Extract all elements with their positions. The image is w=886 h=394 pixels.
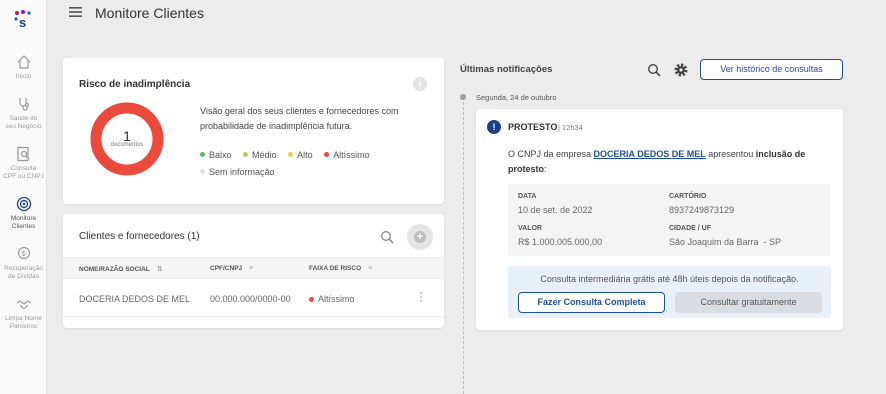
search-icon[interactable] (380, 230, 394, 244)
stethoscope-icon (18, 98, 29, 111)
handshake-icon (16, 300, 31, 309)
search-icon[interactable] (647, 63, 661, 77)
sidebar-item-label: Recuperação de Dívidas (4, 265, 43, 280)
sidebar-item-label: Limpa Nome Parceiros (5, 315, 42, 330)
amount-value: R$ 1.000.005.000,00 (518, 237, 603, 247)
sidebar-item-monitore[interactable]: Monitore Clientes (0, 196, 47, 231)
alert-icon: ! (487, 120, 501, 134)
column-header-risk[interactable]: FAIXA DE RISCO ≡ (309, 265, 372, 272)
notifications-title: Últimas notificações (460, 64, 553, 75)
clients-card: Clientes e fornecedores (1) + NOME/RAZÃO… (63, 214, 444, 328)
filter-icon: ≡ (368, 265, 373, 272)
legend-dot (200, 169, 205, 174)
protest-details: DATA 10 de set. de 2022 CARTÓRIO 8937249… (508, 184, 831, 256)
registry-value: 8937249873129 (669, 205, 735, 215)
page-title: Monitore Clientes (95, 5, 204, 21)
amount-label: VALOR (518, 225, 542, 232)
company-link[interactable]: DOCERIA DEDOS DE MEL (594, 149, 706, 159)
svg-text:s: s (19, 15, 26, 29)
city-value: São Joaquim da Barra - SP (669, 237, 782, 247)
cta-text: Consulta intermediária grátis até 48h út… (540, 274, 799, 284)
risk-dot (309, 296, 314, 302)
sidebar-item-inicio[interactable]: Início (0, 54, 47, 81)
legend-item-medio: Médio (243, 146, 277, 163)
add-client-button[interactable]: + (407, 224, 433, 250)
legend-dot (324, 152, 330, 157)
sidebar: s Início Saúde do seu Negócio Consulta C… (0, 0, 47, 394)
sidebar-item-limpa-nome[interactable]: Limpa Nome Parceiros (0, 296, 47, 331)
legend-item-baixo: Baixo (200, 146, 232, 163)
legend-item-altissimo: Altíssimo (324, 146, 370, 163)
sidebar-item-label: Monitore Clientes (10, 215, 37, 230)
legend-item-sem-informacao: Sem informação (200, 163, 275, 180)
consultation-cta: Consulta intermediária grátis até 48h út… (508, 266, 831, 318)
client-risk: Altíssimo (309, 294, 355, 304)
legend-label: Médio (252, 149, 277, 160)
legend-label: Alto (297, 149, 313, 160)
client-document: 00.000.000/0000-00 (210, 294, 291, 304)
legend-dot (243, 152, 249, 157)
client-name: DOCERIA DEDOS DE MEL (79, 294, 191, 304)
legend-dot (288, 152, 294, 157)
full-consultation-button[interactable]: Fazer Consulta Completa (518, 292, 665, 313)
history-button[interactable]: Ver histórico de consultas (700, 59, 843, 80)
top-bar: Monitore Clientes (47, 0, 886, 28)
legend-dot (200, 152, 205, 157)
date-value: 10 de set. de 2022 (518, 205, 593, 215)
document-search-icon (16, 146, 29, 162)
notification-card: ! PROTESTO | 12h34 O CNPJ da empresa DOC… (476, 109, 843, 330)
timeline-date: Segunda, 24 de outubro (476, 93, 557, 102)
free-consultation-button[interactable]: Consultar gratuitamente (675, 292, 822, 313)
timeline-line (463, 102, 464, 394)
svg-text:$: $ (21, 251, 25, 258)
radar-icon (16, 196, 31, 212)
sidebar-item-label: Início (15, 73, 32, 80)
table-header: NOME/RAZÃO SOCIAL ⇅ CPF/CNPJ ≡ FAIXA DE RI… (63, 257, 444, 279)
more-options-icon[interactable]: ⋮ (415, 291, 427, 303)
sidebar-item-recuperacao[interactable]: $ Recuperação de Dívidas (0, 246, 47, 281)
legend-label: Sem informação (209, 166, 275, 177)
column-header-name[interactable]: NOME/RAZÃO SOCIAL ⇅ (79, 265, 163, 274)
city-label: CIDADE / UF (669, 225, 711, 232)
notification-type: PROTESTO (508, 122, 558, 132)
info-icon[interactable]: i (413, 77, 427, 91)
table-row[interactable]: DOCERIA DEDOS DE MEL 00.000.000/0000-00 … (63, 281, 444, 317)
legend-label: Altíssimo (333, 149, 370, 160)
timeline-dot (460, 94, 466, 100)
notification-message: O CNPJ da empresa DOCERIA DEDOS DE MEL a… (508, 149, 806, 174)
logo-icon[interactable]: s (13, 9, 33, 29)
gear-icon[interactable] (673, 62, 689, 78)
notification-time: | 12h34 (558, 123, 583, 132)
hamburger-menu-icon[interactable] (69, 7, 82, 17)
legend-item-alto: Alto (288, 146, 313, 163)
donut-count-label: documentos (110, 142, 144, 148)
registry-label: CARTÓRIO (669, 193, 707, 200)
risk-description: Visão geral dos seus clientes e forneced… (200, 106, 399, 131)
sort-icon: ⇅ (156, 266, 163, 273)
sidebar-item-consulta[interactable]: Consulta CPF ou CNPJ (0, 146, 47, 181)
sidebar-item-saude[interactable]: Saúde do seu Negócio (0, 96, 47, 131)
risk-card: Risco de inadimplência i 1 documentos Vi… (63, 58, 444, 204)
column-header-document[interactable]: CPF/CNPJ ≡ (210, 265, 253, 272)
coin-icon: $ (17, 246, 30, 260)
clients-card-title: Clientes e fornecedores (1) (79, 231, 200, 242)
filter-icon: ≡ (249, 265, 254, 272)
risk-card-title: Risco de inadimplência (79, 79, 191, 90)
home-icon (17, 55, 30, 69)
legend-label: Baixo (209, 149, 232, 160)
sidebar-item-label: Saúde do seu Negócio (5, 115, 42, 130)
plus-icon: + (414, 231, 426, 243)
sidebar-item-label: Consulta CPF ou CNPJ (3, 165, 44, 180)
date-label: DATA (518, 193, 537, 200)
risk-legend: Baixo Médio Alto Altíssimo Sem informaçã… (200, 146, 430, 180)
